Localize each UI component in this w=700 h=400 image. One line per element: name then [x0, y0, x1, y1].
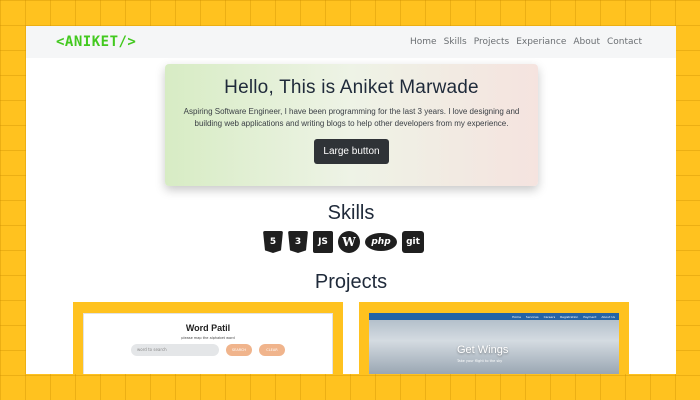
- html5-icon: 5: [263, 231, 283, 253]
- get-wings-preview: Home Services Careers Registration Payme…: [369, 313, 619, 374]
- get-wings-title: Get Wings: [457, 344, 509, 356]
- brand-logo[interactable]: <ANIKET/>: [56, 34, 136, 50]
- large-button[interactable]: Large button: [314, 139, 389, 164]
- php-icon: php: [365, 233, 397, 251]
- project-card-get-wings[interactable]: Home Services Careers Registration Payme…: [359, 302, 629, 374]
- nav-home[interactable]: Home: [410, 37, 437, 47]
- nav-experiance[interactable]: Experiance: [516, 37, 566, 47]
- clear-button[interactable]: CLEAR: [259, 344, 285, 356]
- gw-nav-registration: Registration: [560, 314, 579, 319]
- nav-projects[interactable]: Projects: [474, 37, 509, 47]
- nav-links: Home Skills Projects Experiance About Co…: [410, 37, 642, 47]
- nav-about[interactable]: About: [573, 37, 600, 47]
- word-patil-controls: word to search SEARCH CLEAR: [84, 344, 332, 356]
- hero-text: Aspiring Software Engineer, I have been …: [183, 107, 520, 128]
- gw-nav-payment: Payment: [583, 314, 597, 319]
- git-icon: git: [402, 231, 424, 253]
- hero-card: Hello, This is Aniket Marwade Aspiring S…: [165, 64, 538, 186]
- wordpress-icon: W: [338, 231, 360, 253]
- browser-window: <ANIKET/> Home Skills Projects Experianc…: [26, 26, 676, 374]
- skills-title: Skills: [327, 202, 375, 224]
- word-patil-subtitle: please map the alphabet word: [181, 336, 235, 340]
- gw-nav-home: Home: [512, 314, 521, 319]
- word-search-input[interactable]: word to search: [131, 344, 219, 356]
- navbar: <ANIKET/> Home Skills Projects Experianc…: [26, 26, 676, 58]
- gw-nav-services: Services: [525, 314, 539, 319]
- projects-title: Projects: [314, 271, 388, 293]
- hero-title: Hello, This is Aniket Marwade: [224, 77, 479, 98]
- search-button[interactable]: SEARCH: [226, 344, 252, 356]
- nav-skills[interactable]: Skills: [444, 37, 467, 47]
- word-patil-preview: Word Patil please map the alphabet word …: [83, 313, 333, 374]
- get-wings-subtitle: Take your flight to the sky: [457, 359, 503, 363]
- skills-icons: 5 3 JS W php git: [263, 231, 424, 253]
- gw-nav-about: About Us: [601, 314, 615, 319]
- get-wings-nav: Home Services Careers Registration Payme…: [369, 313, 619, 320]
- word-patil-title: Word Patil: [185, 323, 231, 333]
- css3-icon: 3: [288, 231, 308, 253]
- javascript-icon: JS: [313, 231, 333, 253]
- project-card-word-patil[interactable]: Word Patil please map the alphabet word …: [73, 302, 343, 374]
- gw-nav-careers: Careers: [543, 314, 556, 319]
- nav-contact[interactable]: Contact: [607, 37, 642, 47]
